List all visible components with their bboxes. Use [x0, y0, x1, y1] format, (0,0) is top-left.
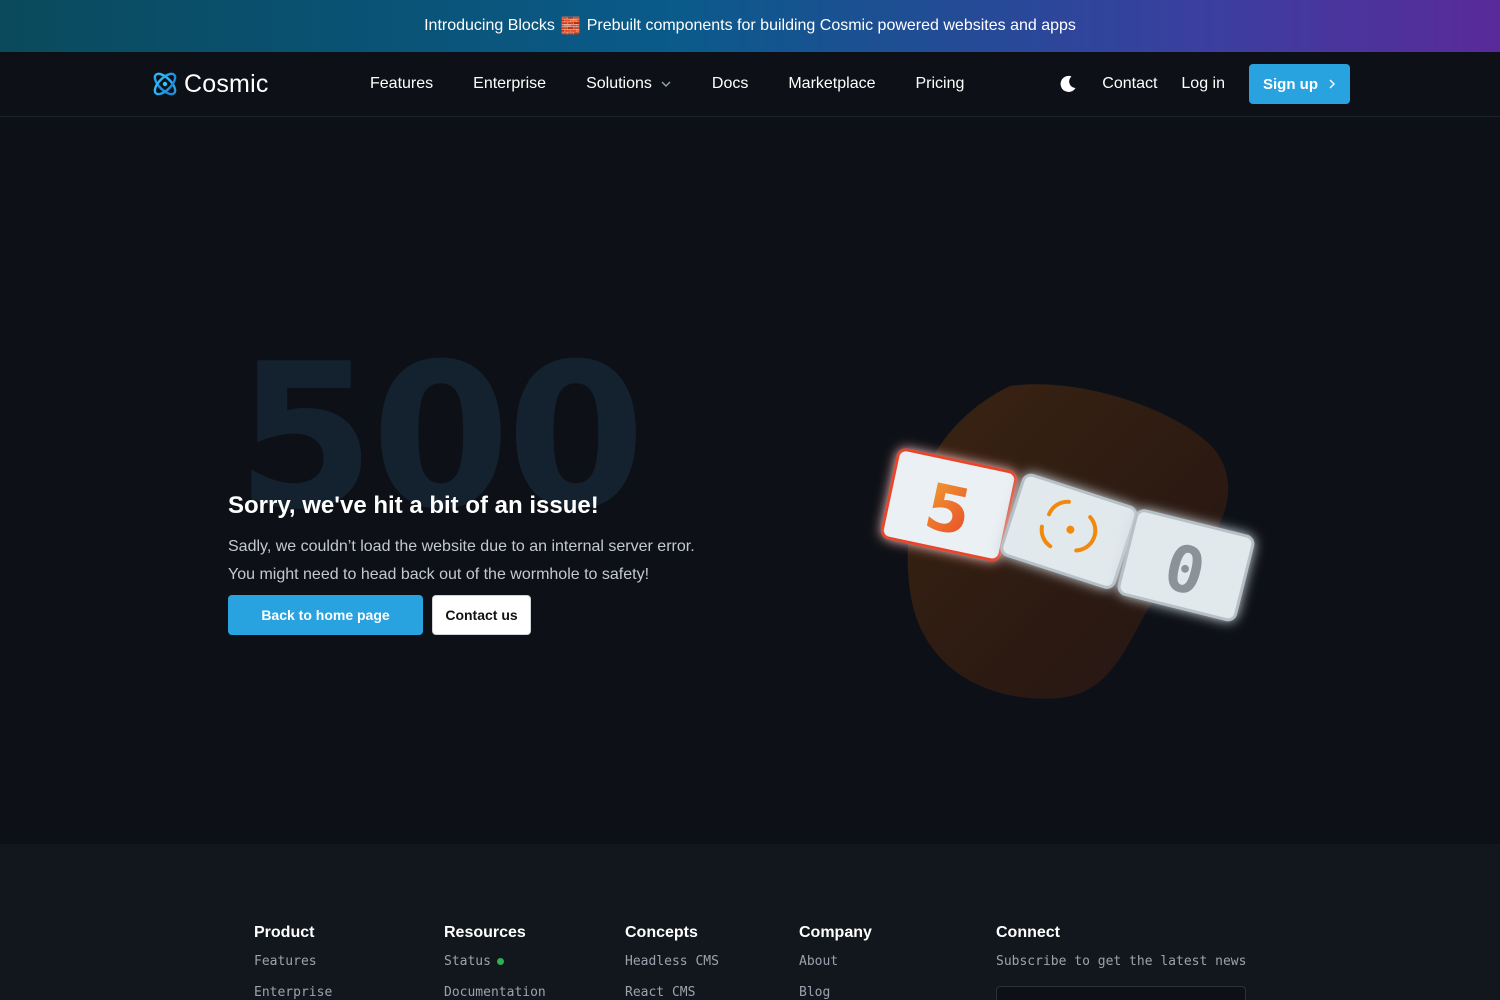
chevron-down-icon [661, 81, 671, 87]
nav-link-solutions[interactable]: Solutions [586, 75, 672, 93]
announcement-bar[interactable]: Introducing Blocks 🧱 Prebuilt components… [0, 0, 1500, 52]
nav-link-enterprise[interactable]: Enterprise [473, 75, 546, 93]
back-home-button[interactable]: Back to home page [228, 595, 423, 635]
cosmic-logo-icon [153, 72, 177, 96]
nav-link-marketplace[interactable]: Marketplace [788, 75, 875, 93]
footer-column-connect: Connect Subscribe to get the latest news [996, 924, 1246, 969]
signup-button[interactable]: Sign up [1249, 64, 1350, 104]
nav-link-login[interactable]: Log in [1181, 75, 1225, 93]
nav-link-pricing[interactable]: Pricing [916, 75, 965, 93]
footer-heading-product: Product [254, 924, 315, 941]
footer-link-blog[interactable]: Blog [799, 985, 872, 1000]
nav-link-features[interactable]: Features [370, 75, 433, 93]
footer-column-concepts: Concepts Headless CMS React CMS [625, 924, 719, 1000]
footer-link-headless-cms[interactable]: Headless CMS [625, 954, 719, 969]
footer-link-status-label: Status [444, 954, 491, 969]
nav-actions: Contact Log in Sign up [1058, 64, 1350, 104]
nav-link-contact[interactable]: Contact [1102, 75, 1157, 93]
footer-heading-resources: Resources [444, 924, 526, 941]
page-title: Sorry, we've hit a bit of an issue! [228, 492, 599, 519]
footer-link-enterprise[interactable]: Enterprise [254, 985, 332, 1000]
logo-text: Cosmic [184, 69, 269, 98]
footer-link-features[interactable]: Features [254, 954, 332, 969]
contact-us-button[interactable]: Contact us [432, 595, 531, 635]
footer-link-react-cms[interactable]: React CMS [625, 985, 719, 1000]
footer-heading-company: Company [799, 924, 872, 941]
announcement-text-after: Prebuilt components for building Cosmic … [586, 17, 1076, 34]
error-description-line-2: You might need to head back out of the w… [228, 566, 650, 583]
subscribe-email-input[interactable] [996, 986, 1246, 1000]
footer-heading-connect: Connect [996, 924, 1060, 941]
top-navigation: Cosmic Features Enterprise Solutions Doc… [0, 52, 1500, 117]
footer-link-documentation[interactable]: Documentation [444, 985, 546, 1000]
nav-link-solutions-label: Solutions [586, 75, 652, 92]
subscribe-text: Subscribe to get the latest news [996, 954, 1247, 969]
nav-links: Features Enterprise Solutions Docs Marke… [370, 52, 964, 116]
nav-link-docs[interactable]: Docs [712, 75, 748, 93]
brick-icon: 🧱 [560, 18, 581, 35]
announcement-text-before: Introducing Blocks [424, 17, 555, 34]
footer: Product Features Enterprise Resources St… [0, 844, 1500, 1000]
footer-column-resources: Resources Status Documentation [444, 924, 546, 1000]
cosmic-logo[interactable]: Cosmic [150, 69, 269, 99]
footer-link-about[interactable]: About [799, 954, 872, 969]
footer-column-product: Product Features Enterprise [254, 924, 332, 1000]
moon-icon[interactable] [1058, 74, 1078, 94]
error-description: Sadly, we couldn’t load the website due … [228, 533, 768, 589]
signup-button-label: Sign up [1263, 75, 1318, 93]
footer-column-company: Company About Blog [799, 924, 872, 1000]
chevron-right-icon [1329, 79, 1335, 89]
error-illustration: 5 0 [880, 384, 1255, 699]
error-description-line-1: Sadly, we couldn’t load the website due … [228, 538, 695, 555]
footer-heading-concepts: Concepts [625, 924, 698, 941]
footer-link-status[interactable]: Status [444, 954, 546, 969]
status-dot-icon [496, 958, 504, 965]
